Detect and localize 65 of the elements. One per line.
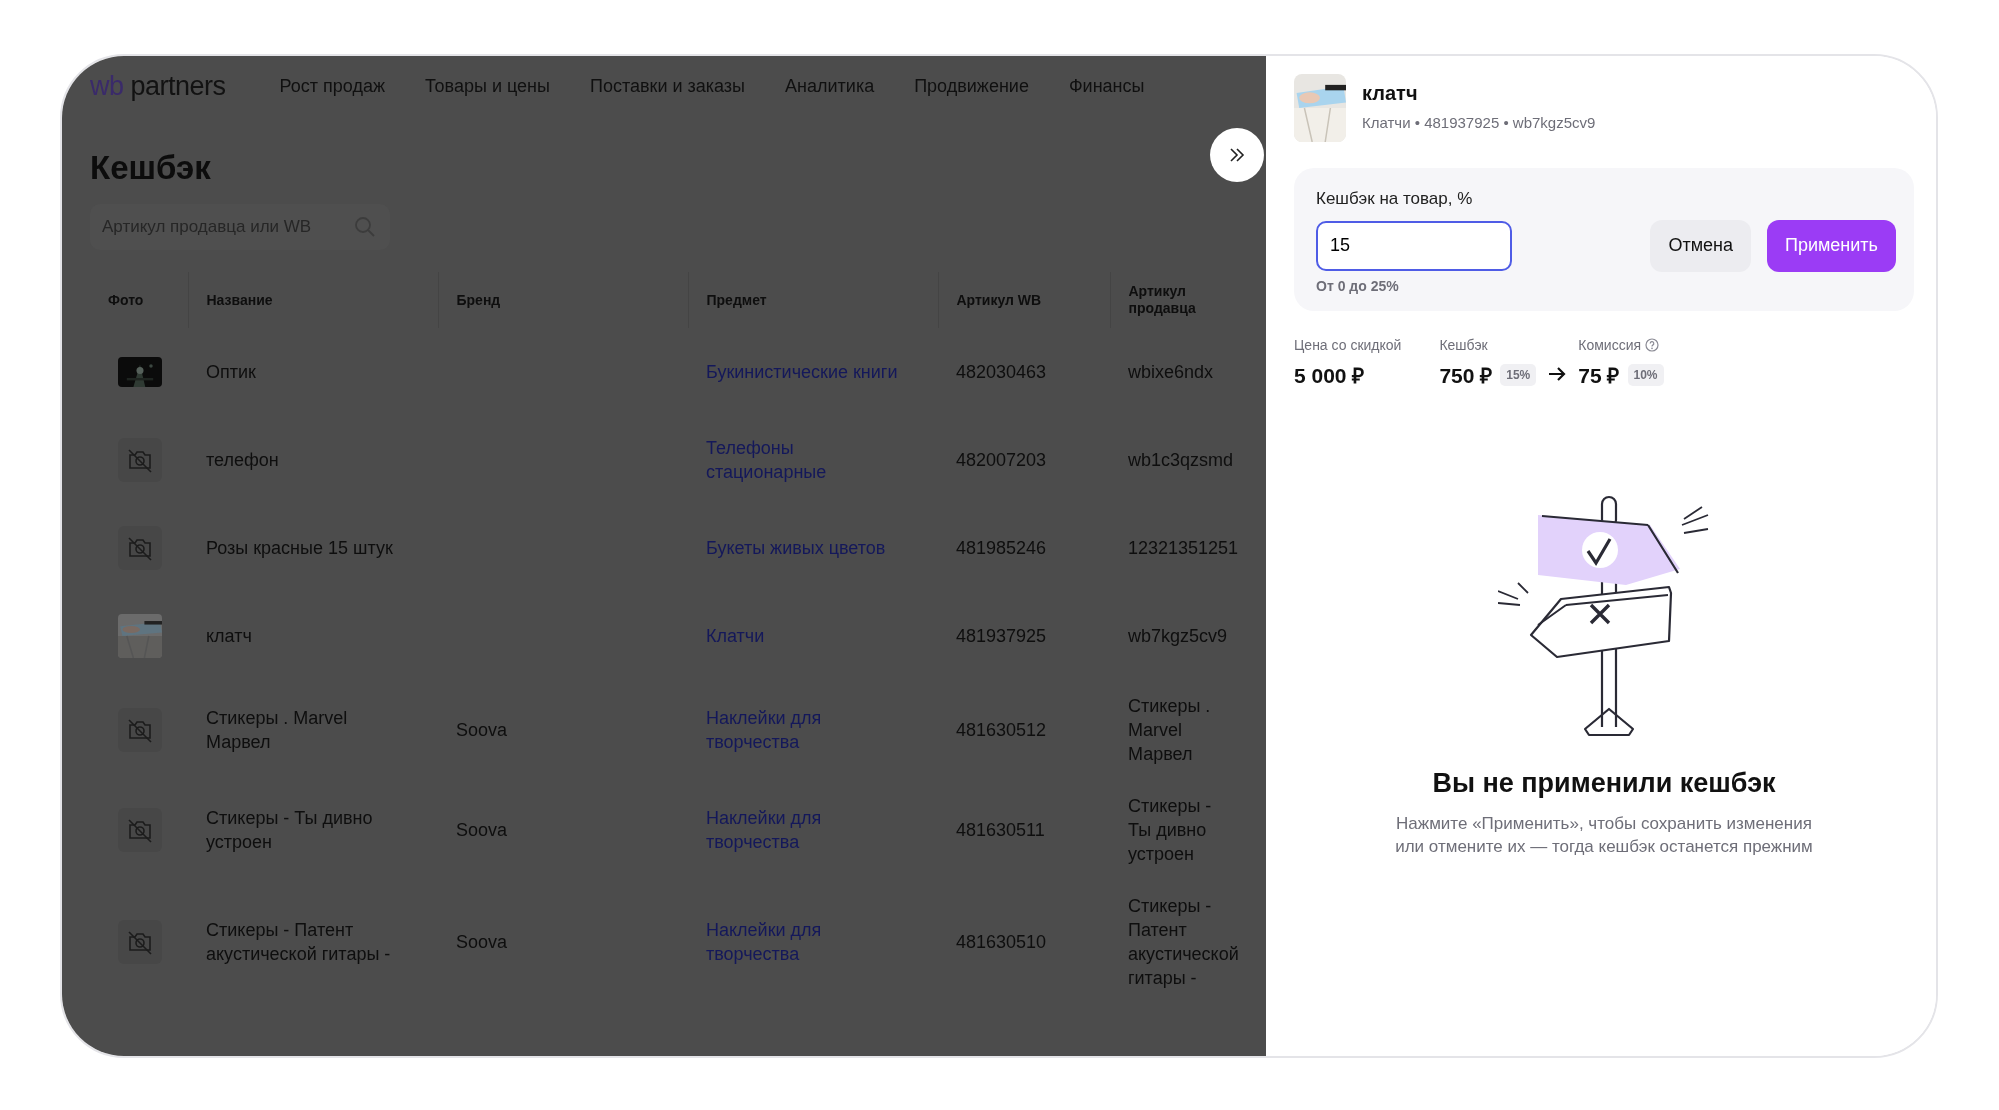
expand-button[interactable] <box>1210 128 1264 182</box>
category-link[interactable]: Наклейки для творчества <box>706 918 898 967</box>
column-header: Артикул продавца <box>1110 272 1260 329</box>
nav-link[interactable]: Поставки и заказы <box>589 72 746 100</box>
table-cell-text: Soova <box>455 719 509 743</box>
column-header: Артикул WB <box>938 272 1110 329</box>
table-cell-text: wb7kgz5cv9 <box>1127 625 1229 649</box>
table-cell-text: Стикеры . Marvel Марвел <box>1127 695 1212 767</box>
table-cell-text: wb1c3qzsmd <box>1127 449 1235 473</box>
table-cell-text: Soova <box>455 931 509 955</box>
product-details: Клатчи • 481937925 • wb7kgz5cv9 <box>1362 113 1596 133</box>
table-cell-text: Стикеры - Патент акустической гитары - <box>205 919 392 967</box>
apply-button[interactable]: Применить <box>1767 219 1896 272</box>
table-cell-text: 481630511 <box>955 819 1046 843</box>
nav-link[interactable]: Финансы <box>1068 72 1145 100</box>
percent-tag: 15% <box>1500 364 1537 387</box>
table-cell: 482030463 <box>938 328 1110 417</box>
table-cell-text: 12321351251 <box>1127 537 1240 561</box>
arrow-icon <box>1548 364 1567 383</box>
nav-link[interactable]: Рост продаж <box>279 72 385 100</box>
category-link[interactable]: Наклейки для творчества <box>706 806 898 855</box>
input-field[interactable]: 15 <box>1316 220 1512 271</box>
category-link[interactable]: Наклейки для творчества <box>706 706 898 755</box>
page-title: Кешбэк <box>90 150 211 187</box>
category-link[interactable]: Букеты живых цветов <box>706 536 886 561</box>
column-header: Предмет <box>688 272 938 329</box>
category-link[interactable]: Клатчи <box>706 624 765 649</box>
column-header: Фото <box>90 272 188 329</box>
stat-value: 75 ₽ <box>1578 362 1620 389</box>
table-cell-text: Стикеры . Marvel Марвел <box>205 707 349 755</box>
table-cell-text: Розы красные 15 штук <box>205 537 394 561</box>
empty-state-text: Нажмите «Применить», чтобы сохранить изменения или отмените их — тогда кешбэк останется прежним <box>1394 812 1814 859</box>
table-cell-text: телефон <box>205 449 280 473</box>
column-header: Название <box>188 272 438 329</box>
double-chevron-icon <box>1229 148 1245 162</box>
table-cell-text: Soova <box>455 819 509 843</box>
table-cell-text: 481937925 <box>955 625 1048 649</box>
stat-value: 5 000 ₽ <box>1294 362 1365 389</box>
table-cell-text: 481630512 <box>955 719 1048 743</box>
table-cell-text: 481985246 <box>955 537 1048 561</box>
stat-value: 750 ₽ <box>1439 362 1493 389</box>
stat-label: Цена со скидкой <box>1294 335 1402 355</box>
nav-link[interactable]: Продвижение <box>914 72 1029 100</box>
stat-label: Комиссия <box>1578 335 1642 355</box>
category-link[interactable]: Телефоны стационарные <box>706 436 898 485</box>
help-icon <box>1645 338 1660 352</box>
table-cell-text: 482007203 <box>955 449 1048 473</box>
column-header: Бренд <box>438 272 688 329</box>
stat-label: Кешбэк <box>1439 335 1488 355</box>
percent-tag: 10% <box>1627 364 1664 387</box>
table-cell-text: 481630510 <box>955 931 1048 955</box>
cancel-button[interactable]: Отмена <box>1650 219 1751 272</box>
empty-state-title: Вы не применили кешбэк <box>1431 767 1777 800</box>
table-cell-text: Стикеры - Патент акустической гитары - <box>1127 895 1240 991</box>
product-title: клатч <box>1362 81 1419 106</box>
table-cell-text: Стикеры - Ты дивно устроен <box>1127 795 1213 867</box>
nav-link[interactable]: Аналитика <box>785 72 875 100</box>
nav-link[interactable]: Товары и цены <box>425 72 550 100</box>
category-link[interactable]: Букинистические книги <box>706 360 898 385</box>
table-cell: wbixe6ndx <box>1110 328 1260 417</box>
table-cell-text: Стикеры - Ты дивно устроен <box>205 807 374 855</box>
table-cell-text: клатч <box>205 625 253 649</box>
hint-text: От 0 до 25% <box>1316 276 1400 296</box>
field-label: Кешбэк на товар, % <box>1316 188 1474 210</box>
table-cell: Оптик <box>188 328 438 417</box>
